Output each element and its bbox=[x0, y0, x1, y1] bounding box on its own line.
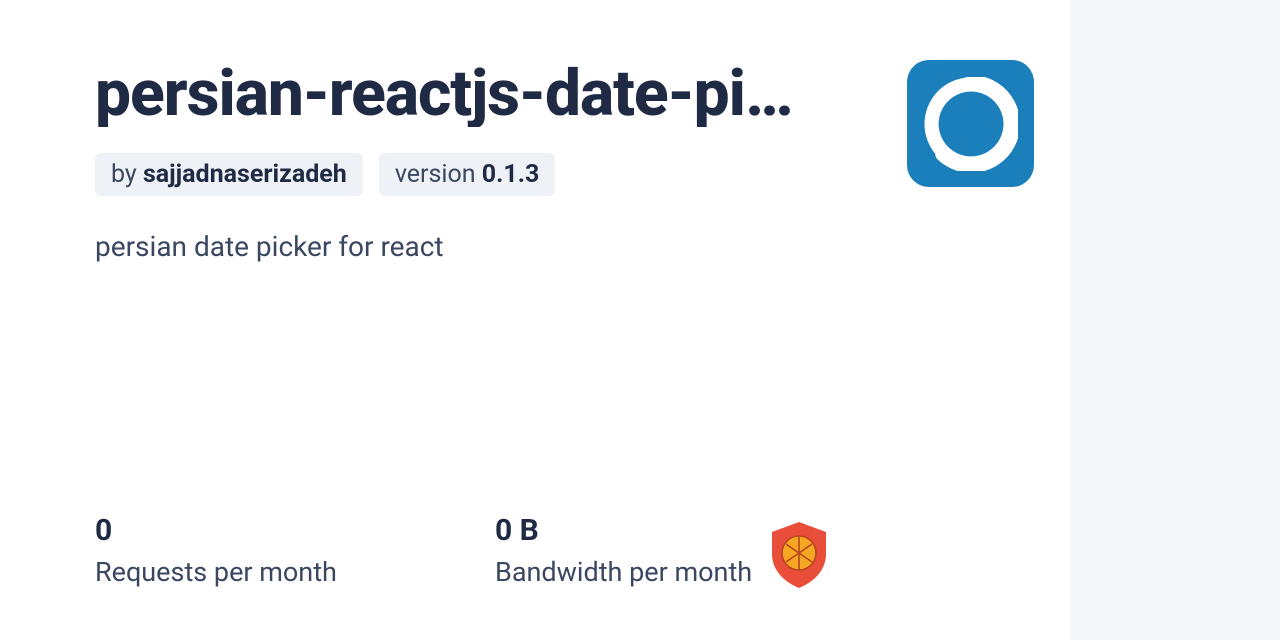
sidebar-edge bbox=[1070, 0, 1280, 640]
author-badge: by sajjadnaserizadeh bbox=[95, 153, 363, 196]
avatar bbox=[907, 60, 1034, 187]
badges-row: by sajjadnaserizadeh version 0.1.3 bbox=[95, 153, 877, 196]
stat-bandwidth: 0 B Bandwidth per month bbox=[495, 513, 895, 588]
stat-bandwidth-label: Bandwidth per month bbox=[495, 556, 895, 588]
stat-requests-value: 0 bbox=[95, 513, 495, 548]
stat-bandwidth-value: 0 B bbox=[495, 513, 895, 548]
package-description: persian date picker for react bbox=[95, 230, 877, 263]
stat-requests: 0 Requests per month bbox=[95, 513, 495, 588]
jsdelivr-logo-icon bbox=[768, 520, 830, 590]
author-name: sajjadnaserizadeh bbox=[143, 160, 347, 189]
version-badge: version 0.1.3 bbox=[379, 153, 555, 196]
version-prefix: version bbox=[395, 160, 482, 189]
stat-requests-label: Requests per month bbox=[95, 556, 495, 588]
package-title: persian-reactjs-date-pi… bbox=[95, 60, 865, 127]
avatar-icon bbox=[924, 77, 1018, 171]
version-value: 0.1.3 bbox=[482, 160, 540, 189]
by-prefix: by bbox=[111, 160, 143, 189]
